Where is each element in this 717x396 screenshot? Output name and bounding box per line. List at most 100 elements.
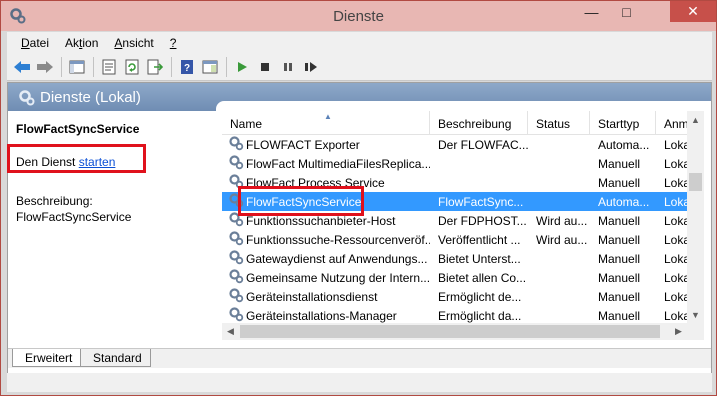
- cell-description: Ermöglicht da...: [438, 308, 522, 323]
- column-starttyp[interactable]: Starttyp: [590, 111, 656, 135]
- cell-name: Gatewaydienst auf Anwendungs...: [222, 249, 430, 268]
- export-list-icon[interactable]: [144, 56, 166, 78]
- console-tree-icon[interactable]: [66, 56, 88, 78]
- services-gear-icon: [19, 90, 35, 106]
- description-value: FlowFactSyncService: [16, 210, 132, 224]
- vertical-scrollbar[interactable]: ▲ ▼: [687, 111, 704, 323]
- cell-starttyp: Manuell: [598, 308, 641, 323]
- pane-header: Dienste (Lokal): [8, 83, 711, 111]
- scroll-down-icon[interactable]: ▼: [687, 306, 704, 323]
- vertical-scroll-thumb[interactable]: [689, 173, 702, 191]
- refresh-icon[interactable]: [121, 56, 143, 78]
- close-button[interactable]: ✕: [670, 1, 716, 22]
- toolbar-separator: [61, 57, 62, 77]
- cell-starttyp: Manuell: [598, 289, 641, 304]
- list-header-curve: [216, 101, 711, 111]
- cell-starttyp: Manuell: [598, 251, 641, 266]
- svg-text:?: ?: [184, 63, 190, 74]
- view-tabs: Erweitert Standard: [8, 348, 711, 368]
- service-name: Geräteinstallations-Manager: [246, 308, 397, 323]
- cell-status: Wird au...: [536, 232, 588, 247]
- cell-name: FLOWFACT Exporter: [222, 135, 430, 154]
- service-name: Geräteinstallationsdienst: [246, 289, 378, 304]
- column-header-row: Name Beschreibung Status Starttyp Anme: [222, 111, 704, 135]
- column-status[interactable]: Status: [528, 111, 590, 135]
- table-row[interactable]: Gatewaydienst auf Anwendungs... Bietet Un…: [222, 249, 704, 268]
- table-row[interactable]: Geräteinstallationsdienst Ermöglicht de..…: [222, 287, 704, 306]
- table-row[interactable]: Geräteinstallations-Manager Ermöglicht da…: [222, 306, 704, 323]
- service-name: Gatewaydienst auf Anwendungs...: [246, 251, 428, 266]
- cell-starttyp: Manuell: [598, 213, 641, 228]
- cell-description: Ermöglicht de...: [438, 289, 522, 304]
- forward-arrow-icon[interactable]: [34, 56, 56, 78]
- scroll-left-icon[interactable]: ◀: [222, 323, 239, 340]
- menu-help[interactable]: ?: [162, 36, 185, 50]
- menu-bar: Datei Aktion Ansicht ?: [7, 32, 712, 54]
- table-row[interactable]: FlowFact MultimediaFilesReplica... Manuel…: [222, 154, 704, 173]
- main-content: Dienste (Lokal) FlowFactSyncService Den …: [7, 82, 712, 391]
- highlight-box-start: [7, 144, 146, 173]
- play-icon[interactable]: [231, 56, 253, 78]
- toolbar-separator: [226, 57, 227, 77]
- cell-starttyp: Manuell: [598, 232, 641, 247]
- back-arrow-icon[interactable]: [11, 56, 33, 78]
- pause-icon[interactable]: [277, 56, 299, 78]
- service-name: FLOWFACT Exporter: [246, 137, 360, 152]
- sort-ascending-icon: ▲: [324, 112, 332, 121]
- title-bar[interactable]: Dienste — □ ✕: [1, 1, 716, 31]
- minimize-button[interactable]: —: [574, 1, 609, 22]
- tab-erweitert[interactable]: Erweitert: [12, 349, 82, 367]
- cell-name: Funktionssuche-Ressourcenveröf...: [222, 230, 430, 249]
- help-icon[interactable]: ?: [176, 56, 198, 78]
- scroll-up-icon[interactable]: ▲: [687, 111, 704, 128]
- service-gear-icon: [228, 135, 246, 154]
- service-gear-icon: [228, 287, 246, 306]
- maximize-button[interactable]: □: [609, 1, 644, 22]
- properties-icon[interactable]: [98, 56, 120, 78]
- cell-status: Wird au...: [536, 213, 588, 228]
- column-description[interactable]: Beschreibung: [430, 111, 528, 135]
- cell-description: Bietet Unterst...: [438, 251, 521, 266]
- cell-description: Der FDPHOST...: [438, 213, 527, 228]
- service-name: Funktionssuche-Ressourcenveröf...: [246, 232, 430, 247]
- table-row[interactable]: Gemeinsame Nutzung der Intern... Bietet a…: [222, 268, 704, 287]
- scroll-right-icon[interactable]: ▶: [670, 323, 687, 340]
- toolbar-separator: [171, 57, 172, 77]
- table-row[interactable]: Funktionssuche-Ressourcenveröf... Veröffe…: [222, 230, 704, 249]
- horizontal-scrollbar[interactable]: ◀ ▶: [222, 323, 687, 340]
- menu-ansicht[interactable]: Ansicht: [106, 36, 161, 50]
- pane-title: Dienste (Lokal): [40, 89, 141, 106]
- tab-standard[interactable]: Standard: [80, 349, 151, 367]
- toolbar-separator: [93, 57, 94, 77]
- highlight-box-selected: [238, 186, 364, 216]
- cell-name: Geräteinstallations-Manager: [222, 306, 430, 323]
- cell-name: Gemeinsame Nutzung der Intern...: [222, 268, 430, 287]
- service-gear-icon: [228, 154, 246, 173]
- rows-container: FLOWFACT Exporter Der FLOWFAC... Automa...…: [222, 135, 704, 323]
- stop-icon[interactable]: [254, 56, 276, 78]
- service-name: Gemeinsame Nutzung der Intern...: [246, 270, 430, 285]
- cell-description: FlowFactSync...: [438, 194, 524, 209]
- service-gear-icon: [228, 230, 246, 249]
- cell-description: Der FLOWFAC...: [438, 137, 528, 152]
- menu-datei[interactable]: Datei: [13, 36, 57, 50]
- restart-icon[interactable]: [300, 56, 322, 78]
- cell-description: Bietet allen Co...: [438, 270, 527, 285]
- service-gear-icon: [228, 249, 246, 268]
- service-gear-icon: [228, 268, 246, 287]
- menu-aktion[interactable]: Aktion: [57, 36, 106, 50]
- status-bar: [7, 373, 712, 392]
- cell-starttyp: Automa...: [598, 137, 650, 152]
- cell-starttyp: Manuell: [598, 175, 641, 190]
- cell-name: FlowFact MultimediaFilesReplica...: [222, 154, 430, 173]
- cell-starttyp: Manuell: [598, 156, 641, 171]
- cell-name: Geräteinstallationsdienst: [222, 287, 430, 306]
- toolbar: ?: [7, 54, 712, 81]
- selected-service-title: FlowFactSyncService: [16, 122, 140, 136]
- horizontal-scroll-thumb[interactable]: [240, 325, 660, 338]
- service-name: FlowFact MultimediaFilesReplica...: [246, 156, 430, 171]
- view-icon[interactable]: [199, 56, 221, 78]
- cell-description: Veröffentlicht ...: [438, 232, 521, 247]
- table-row[interactable]: FLOWFACT Exporter Der FLOWFAC... Automa...…: [222, 135, 704, 154]
- services-list: Name Beschreibung Status Starttyp Anme ▲…: [222, 111, 704, 323]
